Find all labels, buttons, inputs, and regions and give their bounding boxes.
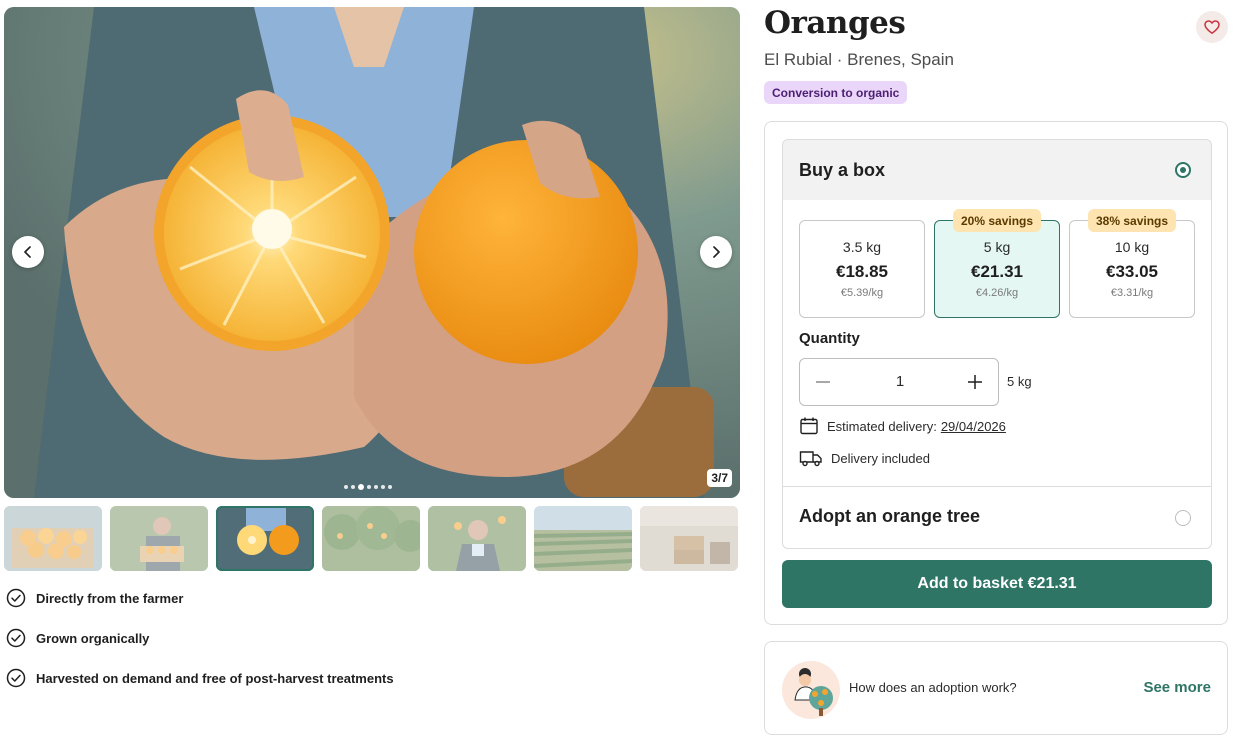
chevron-left-icon <box>24 246 31 258</box>
pagination-dot[interactable] <box>367 485 371 489</box>
organic-badge: Conversion to organic <box>764 81 908 104</box>
pagination-dot[interactable] <box>374 485 378 489</box>
thumbnail-orange-trees[interactable] <box>322 506 420 571</box>
pagination-dot[interactable] <box>388 485 392 489</box>
box-option-3-5kg[interactable]: 3.5 kg €18.85 €5.39/kg <box>799 220 925 318</box>
purchase-options: Buy a box 3.5 kg €18.85 €5.39/kg 5 kg €2… <box>782 139 1212 549</box>
see-more-link[interactable]: See more <box>1143 679 1211 696</box>
box-unit-price: €3.31/kg <box>1110 287 1154 299</box>
photo-pagination-dots <box>344 484 392 490</box>
box-price: €21.31 <box>971 262 1023 281</box>
chevron-right-icon <box>713 246 720 258</box>
delivery-date-link[interactable]: 29/04/2026 <box>941 419 1006 434</box>
adopt-tree-option[interactable]: Adopt an orange tree <box>799 506 980 527</box>
buy-box-radio[interactable] <box>1175 162 1191 178</box>
box-weight: 3.5 kg <box>842 239 882 255</box>
pagination-dot-active[interactable] <box>358 484 364 490</box>
plus-icon <box>968 375 982 389</box>
buy-box-option[interactable]: Buy a box <box>783 140 1211 200</box>
thumbnail-strip <box>4 506 740 571</box>
purchase-card: Buy a box 3.5 kg €18.85 €5.39/kg 5 kg €2… <box>764 121 1228 625</box>
thumbnail-farmer-with-box[interactable] <box>110 506 208 571</box>
feature-list: Directly from the farmer Grown organical… <box>6 588 394 708</box>
minus-icon <box>816 381 830 383</box>
savings-badge: 38% savings <box>1088 209 1177 232</box>
delivery-included-text: Delivery included <box>831 450 930 466</box>
box-unit-price: €4.26/kg <box>975 287 1019 299</box>
quantity-unit: 5 kg <box>1007 374 1032 389</box>
thumbnail-orange-crate[interactable] <box>4 506 102 571</box>
adoption-question: How does an adoption work? <box>849 680 1017 695</box>
feature-text: Harvested on demand and free of post-har… <box>36 670 394 686</box>
feature-text: Directly from the farmer <box>36 590 184 606</box>
photo-counter: 3/7 <box>707 469 732 487</box>
feature-item: Grown organically <box>6 628 394 648</box>
increase-quantity-button[interactable] <box>964 371 986 393</box>
heart-icon <box>1204 20 1220 34</box>
thumbnail-halved-orange[interactable] <box>216 506 314 571</box>
box-option-5kg[interactable]: 5 kg €21.31 €4.26/kg <box>934 220 1060 318</box>
thumbnail-orchard-rows[interactable] <box>534 506 632 571</box>
adoption-info-card: How does an adoption work? See more <box>764 641 1228 735</box>
add-to-basket-button[interactable]: Add to basket €21.31 <box>782 560 1212 608</box>
thumbnail-farmer-portrait[interactable] <box>428 506 526 571</box>
product-title: Oranges <box>764 5 906 41</box>
savings-badge: 20% savings <box>953 209 1042 232</box>
check-circle-icon <box>6 588 26 608</box>
estimated-delivery: Estimated delivery: 29/04/2026 <box>799 416 1006 436</box>
box-price: €33.05 <box>1106 262 1158 281</box>
estimated-delivery-label: Estimated delivery: <box>827 418 937 434</box>
oranges-in-hands-photo <box>4 7 740 498</box>
decrease-quantity-button[interactable] <box>812 371 834 393</box>
box-weight: 5 kg <box>983 239 1011 255</box>
pagination-dot[interactable] <box>351 485 355 489</box>
option-divider <box>783 486 1211 487</box>
next-photo-button[interactable] <box>700 236 732 268</box>
feature-item: Harvested on demand and free of post-har… <box>6 668 394 688</box>
pagination-dot[interactable] <box>381 485 385 489</box>
box-price: €18.85 <box>836 262 888 281</box>
check-circle-icon <box>6 628 26 648</box>
feature-text: Grown organically <box>36 630 150 646</box>
box-option-10kg[interactable]: 10 kg €33.05 €3.31/kg <box>1069 220 1195 318</box>
check-circle-icon <box>6 668 26 688</box>
thumbnail-packing-shed[interactable] <box>640 506 738 571</box>
previous-photo-button[interactable] <box>12 236 44 268</box>
feature-item: Directly from the farmer <box>6 588 394 608</box>
calendar-icon <box>800 417 818 435</box>
favorite-button[interactable] <box>1196 11 1228 43</box>
quantity-stepper: 1 <box>799 358 999 406</box>
box-weight: 10 kg <box>1114 239 1150 255</box>
adoption-illustration <box>782 661 840 719</box>
adopt-tree-radio[interactable] <box>1175 510 1191 526</box>
truck-icon <box>799 451 822 467</box>
box-unit-price: €5.39/kg <box>840 287 884 299</box>
pagination-dot[interactable] <box>344 485 348 489</box>
quantity-label: Quantity <box>799 330 860 347</box>
quantity-value[interactable]: 1 <box>880 373 920 390</box>
main-product-photo[interactable]: 3/7 <box>4 7 740 498</box>
delivery-included: Delivery included <box>799 448 930 468</box>
product-origin: El Rubial · Brenes, Spain <box>764 50 954 69</box>
buy-box-label: Buy a box <box>799 159 886 180</box>
